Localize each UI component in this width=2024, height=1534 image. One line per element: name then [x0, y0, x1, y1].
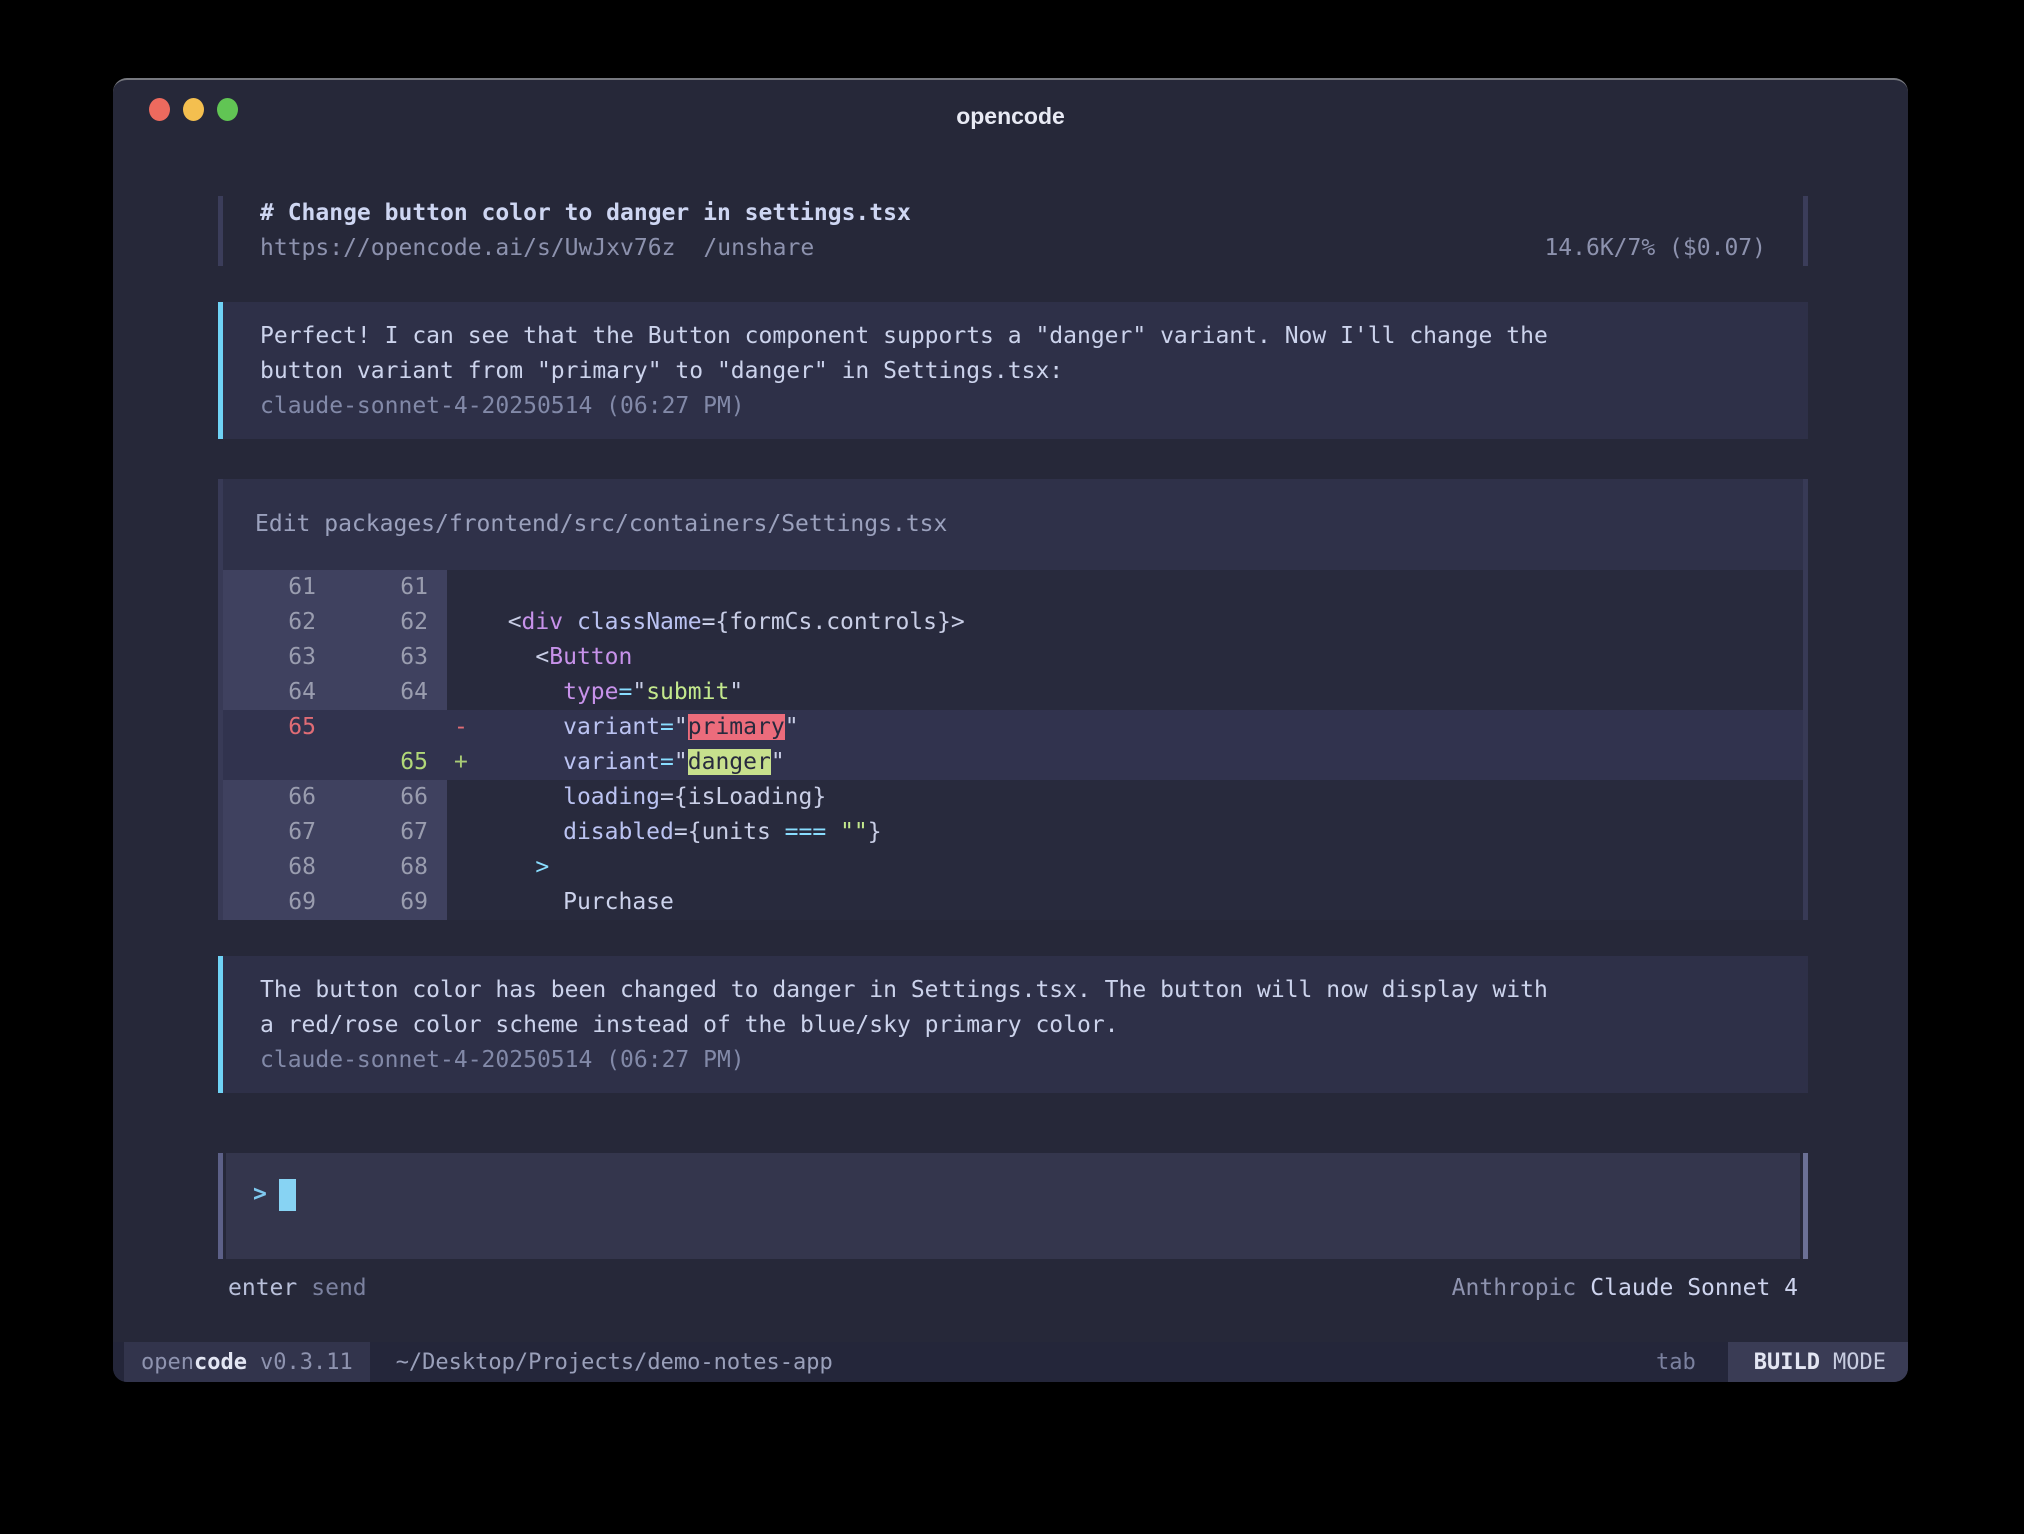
diff-row: 6969 Purchase	[223, 885, 1803, 920]
diff-row: 6363 <Button	[223, 640, 1803, 675]
provider-label: Anthropic	[1452, 1275, 1577, 1301]
old-line-number: 66	[223, 780, 335, 815]
message-line: The button color has been changed to dan…	[260, 973, 1771, 1008]
model-label: Claude Sonnet 4	[1590, 1275, 1798, 1301]
new-line-number: 65	[335, 745, 447, 780]
unshare-command[interactable]: /unshare	[703, 235, 814, 261]
code-line: <Button	[480, 640, 1803, 675]
close-button[interactable]	[149, 98, 170, 121]
tab-key-hint[interactable]: tab	[1656, 1342, 1696, 1382]
old-line-number: 69	[223, 885, 335, 920]
context-stats: 14.6K/7% ($0.07)	[1544, 231, 1766, 266]
message-line: Perfect! I can see that the Button compo…	[260, 319, 1771, 354]
diff-marker	[447, 605, 480, 640]
session-title: # Change button color to danger in setti…	[260, 196, 911, 231]
old-line-number: 64	[223, 675, 335, 710]
new-line-number: 62	[335, 605, 447, 640]
prompt-symbol: >	[253, 1177, 267, 1212]
old-line-number: 68	[223, 850, 335, 885]
old-line-number: 63	[223, 640, 335, 675]
model-indicator: Anthropic Claude Sonnet 4	[1452, 1271, 1798, 1306]
app-name-open: open	[141, 1350, 194, 1375]
diff-marker: -	[447, 710, 480, 745]
diff-view: 61616262 <div className={formCs.controls…	[223, 570, 1803, 920]
build-mode-chip[interactable]: BUILD MODE	[1728, 1342, 1908, 1382]
old-line-number: 67	[223, 815, 335, 850]
diff-row: 6767 disabled={units === ""}	[223, 815, 1803, 850]
share-url[interactable]: https://opencode.ai/s/UwJxv76z	[260, 235, 675, 261]
input-right-border	[1803, 1153, 1808, 1259]
new-line-number: 66	[335, 780, 447, 815]
new-line-number: 69	[335, 885, 447, 920]
diff-marker	[447, 850, 480, 885]
mode-word: MODE	[1833, 1350, 1886, 1375]
hint-row: enter send Anthropic Claude Sonnet 4	[218, 1271, 1808, 1306]
main-content: # Change button color to danger in setti…	[113, 138, 1908, 1342]
send-hint: enter send	[228, 1271, 367, 1306]
new-line-number: 68	[335, 850, 447, 885]
assistant-message-1: Perfect! I can see that the Button compo…	[218, 302, 1808, 439]
message-model-meta: claude-sonnet-4-20250514 (06:27 PM)	[260, 1043, 1771, 1078]
edit-tool-title: Edit packages/frontend/src/containers/Se…	[223, 479, 1803, 570]
diff-marker	[447, 885, 480, 920]
prompt-input[interactable]: >	[226, 1153, 1800, 1259]
code-line: >	[480, 850, 1803, 885]
mode-name: BUILD	[1754, 1350, 1820, 1375]
send-label: send	[311, 1275, 366, 1301]
app-name-code: code	[194, 1350, 247, 1375]
old-line-number	[223, 745, 335, 780]
message-line: button variant from "primary" to "danger…	[260, 354, 1771, 389]
window-titlebar[interactable]: opencode	[113, 80, 1908, 138]
code-line: Purchase	[480, 885, 1803, 920]
diff-row: 6161	[223, 570, 1803, 605]
statusbar-spacer	[833, 1342, 1656, 1382]
diff-row: 6464 type="submit"	[223, 675, 1803, 710]
new-line-number: 64	[335, 675, 447, 710]
traffic-lights	[149, 80, 238, 138]
diff-marker	[447, 675, 480, 710]
code-line	[480, 570, 1803, 605]
diff-marker	[447, 570, 480, 605]
diff-row: 6868 >	[223, 850, 1803, 885]
diff-row: 6666 loading={isLoading}	[223, 780, 1803, 815]
window-title: opencode	[956, 103, 1065, 130]
session-header: # Change button color to danger in setti…	[218, 196, 1808, 266]
opencode-window: opencode # Change button color to danger…	[113, 78, 1908, 1382]
diff-row: 6262 <div className={formCs.controls}>	[223, 605, 1803, 640]
working-directory: ~/Desktop/Projects/demo-notes-app	[396, 1342, 833, 1382]
enter-key-hint: enter	[228, 1275, 297, 1301]
code-line: variant="danger"	[480, 745, 1803, 780]
app-version-chip: opencode v0.3.11	[124, 1342, 370, 1382]
code-line: variant="primary"	[480, 710, 1803, 745]
code-line: loading={isLoading}	[480, 780, 1803, 815]
old-line-number: 62	[223, 605, 335, 640]
input-left-border	[218, 1153, 223, 1259]
diff-row: 65+ variant="danger"	[223, 745, 1803, 780]
message-model-meta: claude-sonnet-4-20250514 (06:27 PM)	[260, 389, 1771, 424]
new-line-number: 63	[335, 640, 447, 675]
diff-marker	[447, 640, 480, 675]
app-version: v0.3.11	[260, 1350, 353, 1375]
diff-marker: +	[447, 745, 480, 780]
code-line: disabled={units === ""}	[480, 815, 1803, 850]
code-line: <div className={formCs.controls}>	[480, 605, 1803, 640]
status-bar: opencode v0.3.11 ~/Desktop/Projects/demo-…	[113, 1342, 1908, 1382]
zoom-button[interactable]	[217, 98, 238, 121]
new-line-number: 61	[335, 570, 447, 605]
old-line-number: 65	[223, 710, 335, 745]
new-line-number: 67	[335, 815, 447, 850]
share-url-line: https://opencode.ai/s/UwJxv76z/unshare	[260, 231, 911, 266]
prompt-input-row: >	[218, 1153, 1808, 1259]
diff-marker	[447, 780, 480, 815]
edit-tool-panel: Edit packages/frontend/src/containers/Se…	[218, 479, 1808, 920]
old-line-number: 61	[223, 570, 335, 605]
diff-marker	[447, 815, 480, 850]
diff-row: 65 - variant="primary"	[223, 710, 1803, 745]
text-cursor	[279, 1179, 296, 1211]
code-line: type="submit"	[480, 675, 1803, 710]
new-line-number	[335, 710, 447, 745]
assistant-message-2: The button color has been changed to dan…	[218, 956, 1808, 1093]
message-line: a red/rose color scheme instead of the b…	[260, 1008, 1771, 1043]
minimize-button[interactable]	[183, 98, 204, 121]
